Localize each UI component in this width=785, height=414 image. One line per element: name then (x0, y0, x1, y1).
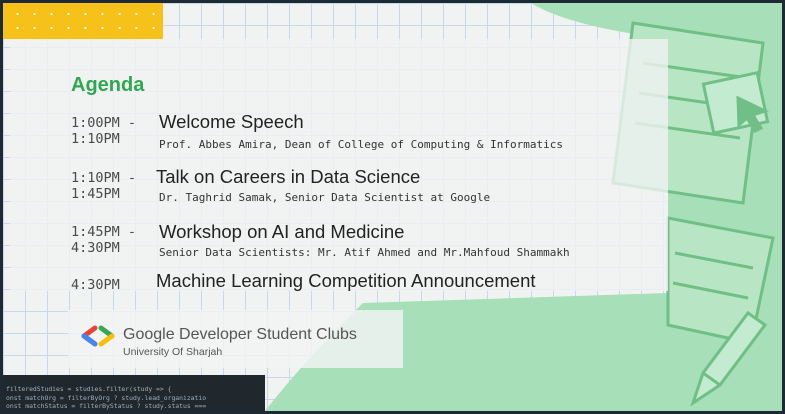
session-start: 1:10PM - (71, 170, 137, 186)
brand-subtitle: University Of Sharjah (123, 346, 223, 358)
session-start: 4:30PM (71, 277, 120, 293)
session-start: 1:00PM - (71, 115, 137, 131)
session-title: Welcome Speech (159, 111, 304, 132)
session-title: Workshop on AI and Medicine (159, 221, 405, 242)
code-line: filteredStudies = studies.filter(study =… (6, 385, 172, 393)
session-time: 1:00PM -1:10PM (71, 115, 136, 147)
code-snippet: filteredStudies = studies.filter(study =… (3, 375, 265, 411)
cursor-window-icon (701, 70, 770, 135)
session-speaker: Prof. Abbes Amira, Dean of College of Co… (159, 138, 563, 151)
session-time: 4:30PM (71, 277, 120, 293)
session-end: 1:45PM (71, 186, 120, 202)
yellow-dotted-block (3, 3, 163, 39)
agenda-heading: Agenda (71, 74, 145, 96)
session-time: 1:45PM -4:30PM (71, 224, 136, 256)
session-title: Machine Learning Competition Announcemen… (156, 270, 536, 291)
session-end: 1:10PM (71, 131, 120, 147)
session-speaker: Dr. Taghrid Samak, Senior Data Scientist… (159, 191, 491, 204)
session-title: Talk on Careers in Data Science (156, 166, 421, 187)
session-time: 1:10PM -1:45PM (71, 170, 136, 202)
code-line: onst matchStatus = filterByStatus ? stud… (6, 402, 207, 411)
brand-name: Google Developer Student Clubs (123, 326, 357, 343)
event-slide: filteredStudies = studies.filter(study =… (3, 3, 782, 411)
gdsc-logo-icon (81, 325, 115, 347)
session-speaker: Senior Data Scientists: Mr. Atif Ahmed a… (159, 246, 570, 259)
code-line: onst matchOrg = filterByOrg ? study.lead… (6, 393, 207, 402)
session-start: 1:45PM - (71, 224, 137, 240)
session-end: 4:30PM (71, 240, 120, 256)
